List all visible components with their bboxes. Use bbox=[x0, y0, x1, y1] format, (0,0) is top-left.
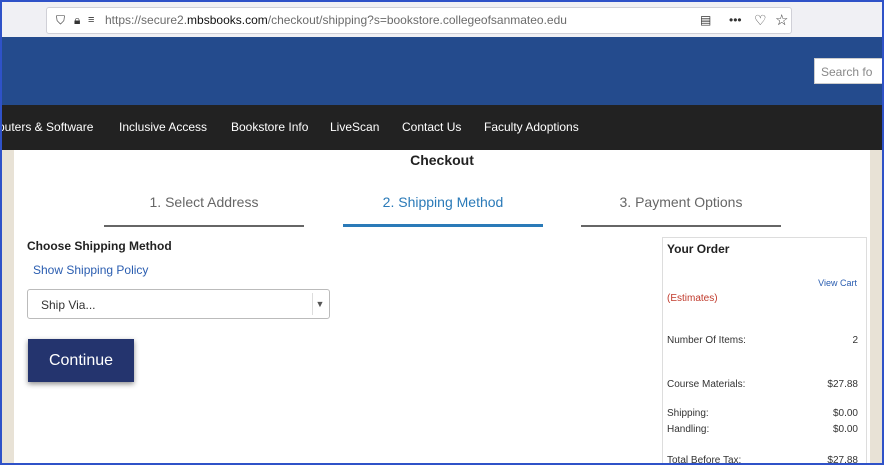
shield-icon[interactable]: ⛉ bbox=[56, 8, 65, 33]
nav-item-inclusive-access[interactable]: Inclusive Access bbox=[119, 105, 207, 150]
page-background: Checkout 1. Select Address 2. Shipping M… bbox=[2, 150, 882, 463]
shipping-policy-link[interactable]: Show Shipping Policy bbox=[33, 263, 148, 277]
nav-item-faculty-adoptions[interactable]: Faculty Adoptions bbox=[484, 105, 579, 150]
ship-via-value: Ship Via... bbox=[41, 298, 96, 312]
page-title: Checkout bbox=[410, 152, 474, 168]
checkout-content: Checkout 1. Select Address 2. Shipping M… bbox=[14, 150, 870, 463]
shipping-label: Shipping: bbox=[667, 408, 709, 419]
step-payment-options[interactable]: 3. Payment Options bbox=[581, 194, 781, 227]
continue-button[interactable]: Continue bbox=[28, 339, 134, 382]
search-input[interactable]: Search fo bbox=[814, 58, 882, 84]
items-value: 2 bbox=[852, 335, 858, 346]
estimates-label: (Estimates) bbox=[667, 293, 718, 304]
nav-item-computers-software[interactable]: puters & Software bbox=[2, 105, 93, 150]
handling-value: $0.00 bbox=[832, 424, 858, 435]
chevron-down-icon[interactable]: ▼ bbox=[312, 293, 327, 315]
step-select-address[interactable]: 1. Select Address bbox=[104, 194, 304, 227]
lock-icon[interactable]: 🔒︎ bbox=[74, 8, 80, 33]
step-shipping-method[interactable]: 2. Shipping Method bbox=[343, 194, 543, 227]
url-bar[interactable]: ⛉ 🔒︎ ≡ https://secure2.mbsbooks.com/chec… bbox=[46, 7, 792, 34]
browser-frame: ⛉ 🔒︎ ≡ https://secure2.mbsbooks.com/chec… bbox=[0, 0, 884, 465]
pocket-icon[interactable]: ♡ bbox=[754, 8, 767, 33]
total-before-tax-value: $27.88 bbox=[827, 455, 858, 465]
handling-label: Handling: bbox=[667, 424, 710, 435]
course-materials-value: $27.88 bbox=[827, 379, 858, 390]
browser-toolbar: ⛉ 🔒︎ ≡ https://secure2.mbsbooks.com/chec… bbox=[2, 2, 882, 37]
nav-item-contact-us[interactable]: Contact Us bbox=[402, 105, 461, 150]
permissions-icon[interactable]: ≡ bbox=[88, 8, 94, 33]
main-nav: puters & Software Inclusive Access Books… bbox=[2, 105, 882, 150]
reader-icon[interactable]: ▤ bbox=[700, 8, 711, 33]
order-summary: Your Order View Cart (Estimates) Number … bbox=[662, 237, 867, 463]
shipping-value: $0.00 bbox=[832, 408, 858, 419]
view-cart-link[interactable]: View Cart bbox=[818, 278, 857, 288]
shipping-heading: Choose Shipping Method bbox=[27, 239, 172, 253]
url-text[interactable]: https://secure2.mbsbooks.com/checkout/sh… bbox=[105, 8, 567, 33]
bookmark-star-icon[interactable]: ☆ bbox=[775, 8, 788, 33]
more-icon[interactable]: ••• bbox=[729, 8, 742, 33]
site-header: Search fo bbox=[2, 37, 882, 105]
items-label: Number Of Items: bbox=[667, 335, 746, 346]
order-title: Your Order bbox=[667, 242, 730, 256]
course-materials-label: Course Materials: bbox=[667, 379, 746, 390]
total-before-tax-label: Total Before Tax: bbox=[667, 455, 742, 465]
nav-item-bookstore-info[interactable]: Bookstore Info bbox=[231, 105, 308, 150]
nav-item-livescan[interactable]: LiveScan bbox=[330, 105, 379, 150]
ship-via-select[interactable]: Ship Via... ▼ bbox=[27, 289, 330, 319]
